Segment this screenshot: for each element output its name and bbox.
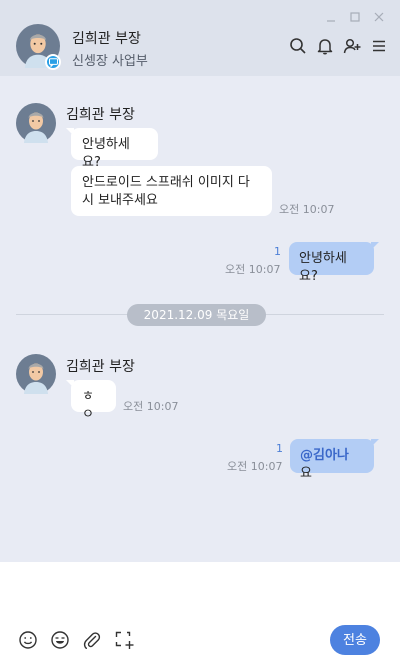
unread-count: 1	[274, 245, 281, 258]
message-list[interactable]: 김희관 부장 안녕하세요? 안드로이드 스프래쉬 이미지 다시 보내주세요 오전…	[0, 76, 400, 562]
emoji-icon[interactable]	[18, 630, 38, 650]
search-icon[interactable]	[289, 37, 307, 55]
close-icon[interactable]	[372, 10, 386, 24]
my-message-bubble[interactable]: 안녕하세요?	[289, 242, 379, 284]
maximize-icon[interactable]	[348, 10, 362, 24]
send-button[interactable]: 전송	[330, 625, 380, 655]
attachment-icon[interactable]	[82, 630, 102, 650]
chat-header: 김희관 부장 신셍장 사업부	[0, 0, 400, 76]
avatar[interactable]	[16, 103, 56, 143]
chat-badge-icon	[45, 54, 61, 70]
message-time: 오전 10:07	[225, 263, 281, 276]
capture-icon[interactable]	[114, 630, 134, 650]
message-composer[interactable]: 전송	[0, 562, 400, 660]
sender-name: 김희관 부장	[66, 359, 135, 375]
add-user-icon[interactable]	[343, 37, 361, 55]
avatar[interactable]	[16, 354, 56, 394]
sender-name: 김희관 부장	[66, 107, 135, 123]
message-time: 오전 10:07	[227, 460, 283, 473]
message-text: 요	[300, 466, 312, 481]
message-time: 오전 10:07	[279, 203, 335, 216]
minimize-icon[interactable]	[324, 10, 338, 24]
message-bubble[interactable]: 안녕하세요?	[66, 128, 158, 170]
emoticon-icon[interactable]	[50, 630, 70, 650]
chat-title: 김희관 부장	[72, 31, 141, 47]
message-bubble[interactable]: ㅎㅇ	[66, 380, 116, 422]
chat-subtitle: 신셍장 사업부	[72, 54, 148, 69]
menu-icon[interactable]	[370, 37, 388, 55]
date-divider: 2021.12.09 목요일	[127, 304, 266, 326]
bell-icon[interactable]	[316, 37, 334, 55]
unread-count: 1	[276, 442, 283, 455]
message-bubble[interactable]: 안드로이드 스프래쉬 이미지 다시 보내주세요	[71, 166, 272, 216]
message-time: 오전 10:07	[123, 400, 179, 413]
my-message-bubble[interactable]: @김아나 요	[290, 439, 379, 481]
mention-tag[interactable]: @김아나	[300, 448, 349, 463]
